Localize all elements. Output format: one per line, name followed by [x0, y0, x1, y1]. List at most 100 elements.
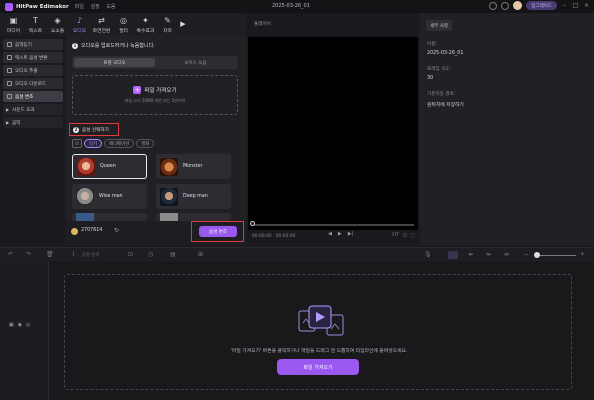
- tool-subtitle-label: 자막: [163, 29, 172, 34]
- microphone-icon[interactable]: 🎙: [424, 251, 432, 258]
- app-logo-icon: [5, 2, 13, 11]
- timeline-area: ▣ ◉ ◎ '파일 가져오기' 버튼을 클릭하거나 파일을 드래그 앤 드롭하여…: [0, 262, 594, 400]
- tool-text[interactable]: T 텍스트: [25, 13, 46, 34]
- step1-heading: 1 오디오를 업로드하거나 녹음합니다.: [72, 42, 155, 49]
- gift-icon[interactable]: [501, 1, 510, 10]
- menu-settings[interactable]: 설정: [91, 4, 100, 10]
- tab-details[interactable]: 세부 사항: [426, 20, 452, 31]
- undo-icon[interactable]: ↶: [8, 251, 13, 258]
- freeze-icon[interactable]: ⊞: [198, 251, 203, 258]
- menu-bar: 파일 설정 도움: [75, 3, 121, 10]
- timeline-dropzone[interactable]: '파일 가져오기' 버튼을 클릭하거나 파일을 드래그 앤 드롭하여 타임라인에…: [64, 274, 572, 390]
- sidebar-item-download[interactable]: 오디오 다운로드: [3, 78, 63, 89]
- menu-file[interactable]: 파일: [75, 4, 84, 10]
- zoom-slider-track[interactable]: [536, 255, 576, 256]
- voice-changer-icon: [7, 94, 12, 99]
- sidebar-group-sound-effects[interactable]: ▶ 사운드 효과: [3, 104, 63, 115]
- audio-icon: ♪: [76, 16, 83, 25]
- menu-help[interactable]: 도움: [106, 4, 115, 10]
- music-icon: [7, 42, 12, 47]
- timeline-toolbar: ↶ ↷ 🗑 ⌇ 음성 분리 ⊡ ◷ ▤ ⊞ 🎙 ⇹ ⇹ ⇹ − +: [0, 247, 594, 261]
- timeline-import-button[interactable]: 파일 가져오기: [277, 359, 359, 375]
- plus-icon: +: [133, 86, 142, 94]
- chip-animation[interactable]: 애니메이션: [104, 139, 135, 148]
- play-icon[interactable]: ▶: [338, 231, 342, 237]
- auto-ripple-icon[interactable]: ⇹: [504, 251, 509, 258]
- sidebar-group-music[interactable]: ▶ 음악: [3, 117, 63, 128]
- voice-name: Monster: [183, 164, 203, 169]
- scrub-bar[interactable]: [252, 224, 414, 226]
- sidebar-item-tts[interactable]: 텍스트 음성 변환: [3, 52, 63, 63]
- magnet-toggle-icon[interactable]: [448, 251, 458, 259]
- visibility-icon[interactable]: ◉: [18, 322, 22, 328]
- tool-elements[interactable]: ◈ 요소들: [47, 13, 68, 34]
- refresh-icon[interactable]: ↻: [114, 227, 119, 234]
- toolbar-more-icon[interactable]: ▶: [179, 13, 187, 35]
- lock-icon[interactable]: ▣: [9, 322, 14, 328]
- tool-audio[interactable]: ♪ 오디오: [69, 13, 90, 34]
- voice-card-partial[interactable]: [156, 213, 231, 221]
- sidebar-item-label: 음악듣기: [15, 42, 32, 48]
- upgrade-button[interactable]: 업그레이드: [526, 1, 557, 10]
- redo-icon[interactable]: ↷: [26, 251, 31, 258]
- zoom-out-icon[interactable]: −: [524, 251, 529, 258]
- link-audio-icon[interactable]: ⇹: [486, 251, 491, 258]
- voice-card-deep-man[interactable]: Deep man: [156, 184, 231, 209]
- tool-transition[interactable]: ⇄ 화면전환: [91, 13, 112, 34]
- voice-change-button[interactable]: 음성 변조: [199, 226, 237, 237]
- zoom-slider-knob[interactable]: [534, 252, 540, 258]
- tab-voice-record[interactable]: 보이스 녹음: [155, 58, 236, 67]
- voice-thumbnail: [76, 187, 94, 206]
- playback-buttons: ◀ ▶ ▶|: [328, 231, 353, 237]
- sidebar-group-label: 사운드 효과: [12, 107, 35, 113]
- maximize-icon[interactable]: □: [572, 2, 579, 9]
- minimize-icon[interactable]: –: [561, 2, 568, 9]
- tool-effects[interactable]: ✦ 특수효과: [135, 13, 156, 34]
- voice-card-monster[interactable]: Monster: [156, 154, 231, 179]
- scrub-handle[interactable]: [250, 221, 255, 226]
- sidebar-item-music[interactable]: 음악듣기: [3, 39, 63, 50]
- media-placeholder-icon: [298, 305, 344, 336]
- voice-card-wise-man[interactable]: Wise man: [72, 184, 147, 209]
- voice-card-partial[interactable]: [72, 213, 147, 221]
- delete-icon[interactable]: 🗑: [46, 251, 54, 258]
- info-icon[interactable]: [489, 1, 498, 10]
- close-icon[interactable]: ×: [583, 2, 590, 9]
- mute-icon[interactable]: ◎: [26, 322, 30, 328]
- tab-local-audio[interactable]: 로컬 오디오: [74, 58, 155, 67]
- chip-movie[interactable]: 영화: [136, 139, 155, 148]
- save-path-value: 원위치에 저장하기: [427, 103, 464, 108]
- chip-popular[interactable]: 인기: [84, 139, 103, 148]
- zoom-in-icon[interactable]: +: [580, 251, 585, 258]
- audio-dropzone[interactable]: + 파일 가져오기 파일 크기 50MB 미만 또는 5분이하: [72, 75, 238, 115]
- favorites-star-icon[interactable]: ☆: [72, 139, 82, 148]
- import-file-button[interactable]: + 파일 가져오기: [133, 86, 177, 94]
- link-icon[interactable]: ⇹: [468, 251, 473, 258]
- transition-icon: ⇄: [98, 16, 105, 25]
- sidebar-item-extract[interactable]: 오디오 추출: [3, 65, 63, 76]
- voice-thumbnail: [76, 213, 94, 221]
- split-icon[interactable]: ⌇: [72, 251, 75, 258]
- fullscreen-icon[interactable]: ⛶: [411, 233, 414, 239]
- speed-icon[interactable]: ◷: [148, 251, 153, 258]
- video-preview[interactable]: [248, 37, 418, 230]
- media-icon: ▣: [9, 16, 18, 25]
- tool-media[interactable]: ▣ 미디어: [3, 13, 24, 34]
- tool-subtitle[interactable]: ✎ 자막: [157, 13, 178, 34]
- tool-filter[interactable]: ◎ 필터: [113, 13, 134, 34]
- crop-icon[interactable]: ⊡: [128, 251, 133, 258]
- caption-icon[interactable]: ▤: [170, 251, 176, 258]
- voice-name: Wise man: [99, 194, 123, 199]
- snapshot-icon[interactable]: ◫: [403, 233, 407, 239]
- step1-number: 1: [72, 42, 78, 49]
- next-frame-icon[interactable]: ▶|: [348, 231, 354, 237]
- sidebar-item-voice-changer[interactable]: 음성 변조: [3, 91, 63, 102]
- tool-text-label: 텍스트: [28, 29, 43, 34]
- voice-card-queen[interactable]: Queen: [72, 154, 147, 179]
- voice-thumbnail: [77, 157, 95, 176]
- track-header-icons: ▣ ◉ ◎: [9, 322, 30, 328]
- voice-separation-label[interactable]: 음성 분리: [82, 252, 100, 258]
- prev-frame-icon[interactable]: ◀: [328, 231, 332, 237]
- avatar[interactable]: [513, 1, 523, 10]
- zoom-select[interactable]: FIT: [392, 233, 399, 239]
